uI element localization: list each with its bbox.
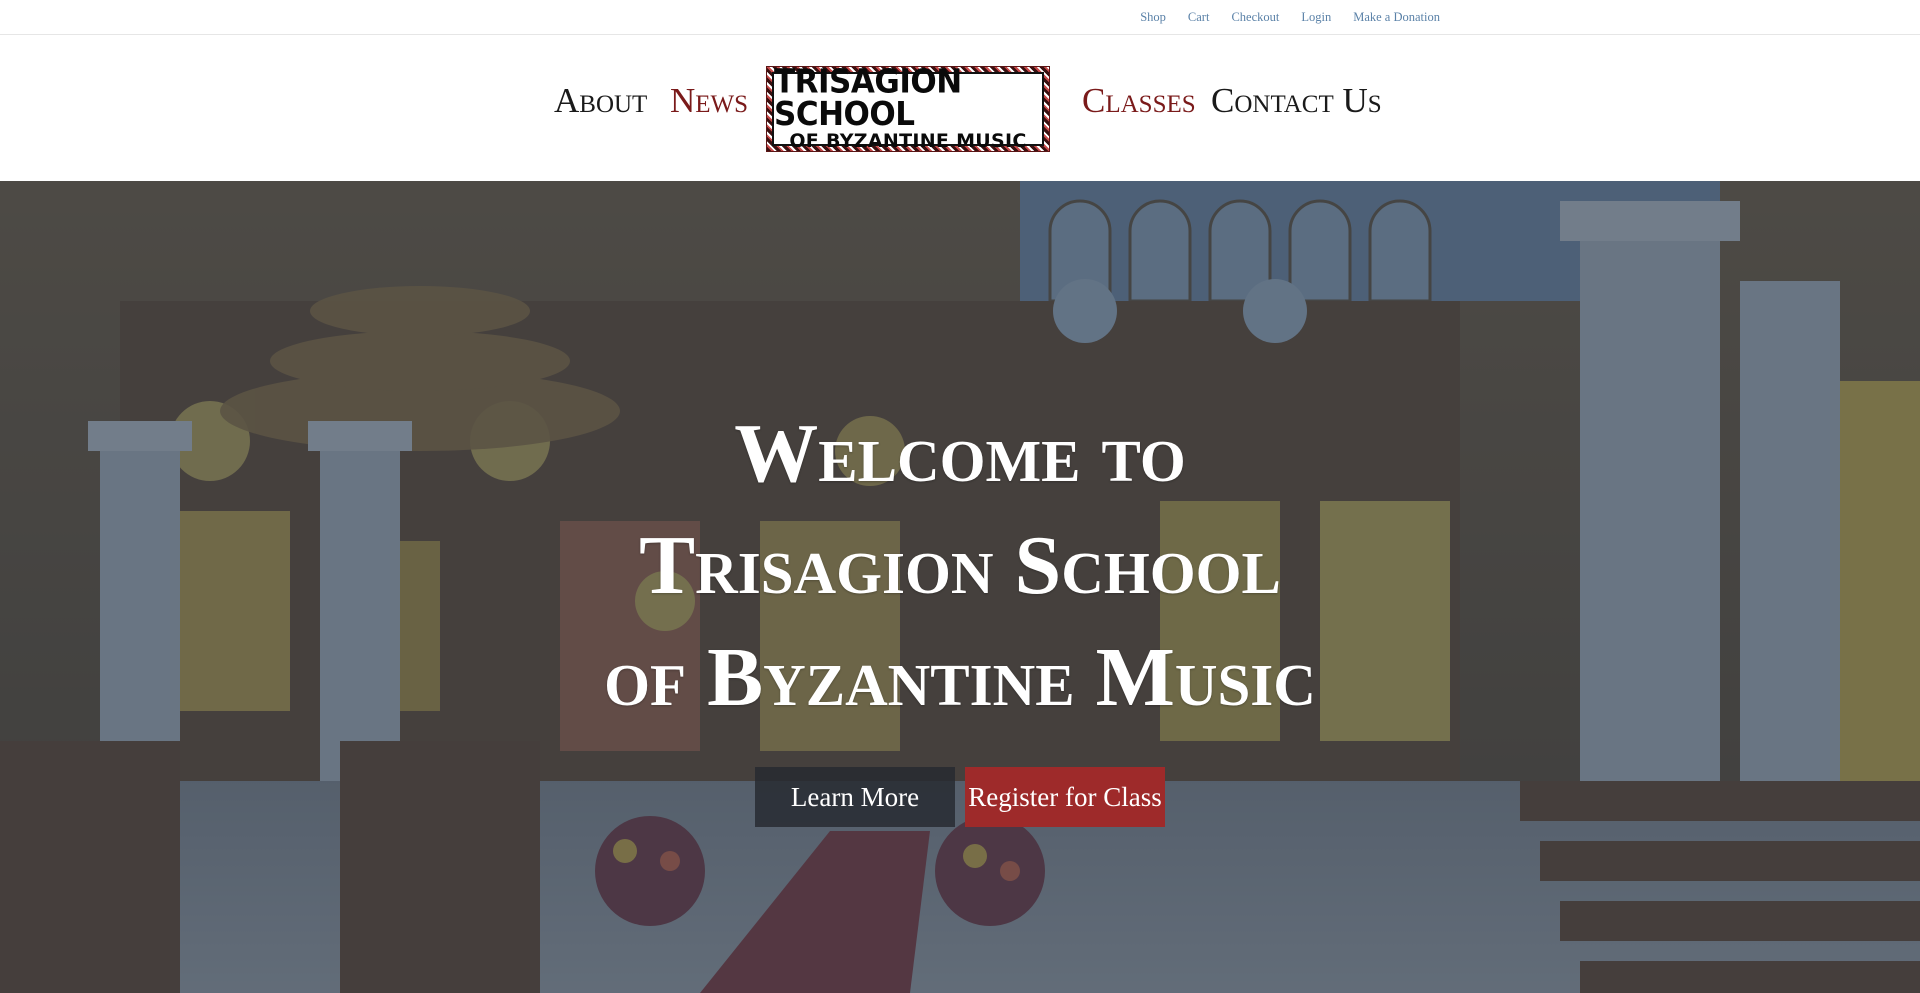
- nav-contact-us[interactable]: Contact Us: [1211, 81, 1382, 121]
- learn-more-button[interactable]: Learn More: [755, 767, 955, 827]
- shop-link[interactable]: Shop: [1140, 10, 1166, 25]
- hero-content: Welcome to Trisagion School of Byzantine…: [0, 181, 1920, 993]
- hero-section: Welcome to Trisagion School of Byzantine…: [0, 181, 1920, 993]
- hero-title-line: Welcome to: [734, 407, 1186, 500]
- hero-title: Welcome to Trisagion School of Byzantine…: [0, 398, 1920, 734]
- nav-classes[interactable]: Classes: [1082, 81, 1196, 121]
- hero-title-line: of Byzantine Music: [604, 631, 1316, 724]
- logo-title: TRISAGION SCHOOL: [774, 62, 962, 134]
- make-donation-link[interactable]: Make a Donation: [1353, 10, 1440, 25]
- hero-title-line: Trisagion School: [639, 519, 1281, 612]
- utility-nav: Shop Cart Checkout Login Make a Donation: [1118, 0, 1440, 34]
- utility-bar: Shop Cart Checkout Login Make a Donation: [0, 0, 1920, 35]
- main-header: About News TRISAGION SCHOOL OF BYZANTINE…: [0, 35, 1920, 181]
- login-link[interactable]: Login: [1301, 10, 1331, 25]
- logo-frame: TRISAGION SCHOOL OF BYZANTINE MUSIC: [772, 65, 1044, 150]
- cart-link[interactable]: Cart: [1188, 10, 1210, 25]
- checkout-link[interactable]: Checkout: [1231, 10, 1279, 25]
- nav-about[interactable]: About: [554, 81, 647, 121]
- site-logo[interactable]: TRISAGION SCHOOL OF BYZANTINE MUSIC: [767, 65, 1049, 151]
- nav-news[interactable]: News: [670, 81, 748, 121]
- register-for-class-button[interactable]: Register for Class: [965, 767, 1165, 827]
- logo-subtitle: OF BYZANTINE MUSIC: [789, 129, 1027, 152]
